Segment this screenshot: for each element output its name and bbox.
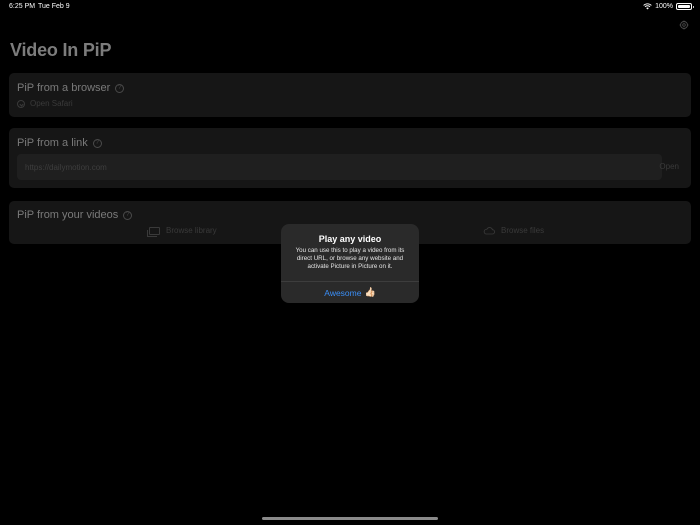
battery-percent: 100%	[655, 3, 673, 10]
home-indicator[interactable]	[262, 517, 438, 520]
wifi-icon	[643, 3, 652, 10]
browse-library-button[interactable]: Browse library	[147, 226, 217, 237]
videos-section-title: PiP from your videos	[17, 209, 119, 221]
awesome-button-label: Awesome	[324, 287, 362, 298]
awesome-button[interactable]: Awesome 👍🏻	[281, 282, 419, 303]
battery-icon	[676, 3, 694, 10]
status-right: 100%	[643, 3, 694, 10]
battery-fill	[678, 5, 690, 8]
page-title: Video In PiP	[10, 40, 112, 60]
alert-dialog: Play any video You can use this to play …	[281, 224, 419, 303]
alert-message: You can use this to play a video from it…	[295, 247, 405, 270]
thumbs-up-icon: 👍🏻	[364, 287, 376, 297]
question-mark-circle-icon[interactable]: ?	[92, 138, 102, 148]
alert-title: Play any video	[318, 234, 382, 244]
status-date: Tue Feb 9	[38, 3, 70, 10]
browser-section-card: PiP from a browser ? Open Safari	[9, 73, 691, 117]
screen: 6:25 PM Tue Feb 9 100% Video In PiP PiP …	[0, 0, 700, 525]
browse-library-label: Browse library	[166, 226, 217, 235]
photo-stack-icon	[147, 226, 160, 237]
link-section-title: PiP from a link	[17, 137, 88, 149]
open-safari-button[interactable]: Open Safari	[17, 99, 73, 108]
status-time: 6:25 PM	[9, 3, 36, 10]
url-input[interactable]	[17, 154, 662, 180]
open-link-button[interactable]: Open	[659, 162, 679, 171]
open-safari-label: Open Safari	[30, 99, 73, 108]
link-section-card: PiP from a link ? Open	[9, 128, 691, 188]
link-section-header: PiP from a link ?	[17, 137, 102, 149]
browse-files-button[interactable]: Browse files	[483, 226, 544, 235]
browse-files-label: Browse files	[501, 226, 545, 235]
browser-section-title: PiP from a browser	[17, 82, 111, 94]
browser-section-header: PiP from a browser ?	[17, 82, 125, 94]
status-bar: 6:25 PM Tue Feb 9 100%	[0, 0, 700, 14]
cloud-folder-icon	[483, 226, 495, 234]
videos-section-header: PiP from your videos ?	[17, 209, 133, 221]
question-mark-circle-icon[interactable]: ?	[115, 83, 125, 93]
compass-icon	[17, 99, 25, 108]
question-mark-circle-icon[interactable]: ?	[123, 210, 133, 220]
gear-icon[interactable]	[679, 20, 689, 30]
